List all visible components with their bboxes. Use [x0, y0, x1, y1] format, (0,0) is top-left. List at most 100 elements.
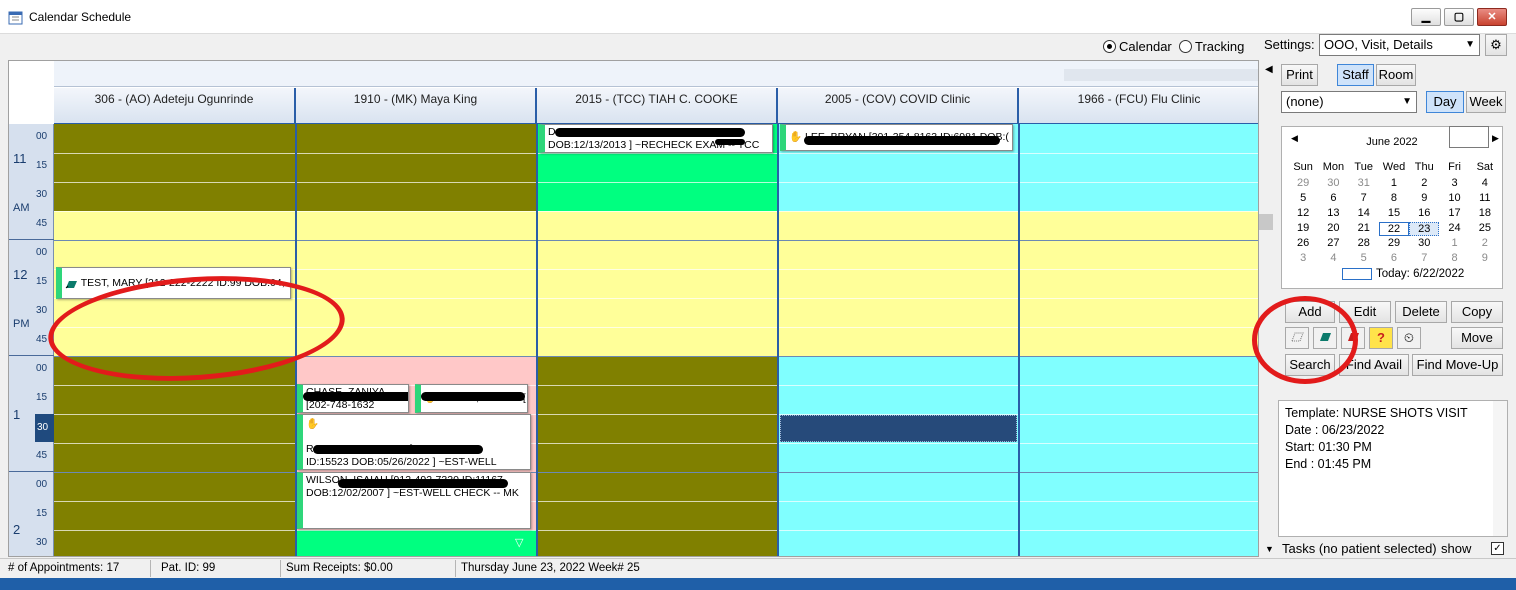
calendar-day-selected[interactable]: 23 — [1409, 222, 1440, 236]
filter-dropdown[interactable]: (none) ▼ — [1281, 91, 1417, 113]
calendar-day[interactable]: 25 — [1470, 222, 1500, 236]
appointment-covid[interactable]: ✋ LEE, BRYAN [301-354-8163 ID:6981 DOB:( — [780, 124, 1013, 151]
calendar-day[interactable]: 5 — [1288, 192, 1318, 204]
today-label[interactable]: Today: 6/22/2022 — [1376, 268, 1464, 280]
calendar-day[interactable]: 3 — [1439, 177, 1469, 189]
calendar-day[interactable]: 26 — [1288, 237, 1318, 249]
calendar-day[interactable]: 7 — [1349, 192, 1379, 204]
help-button[interactable]: ? — [1369, 327, 1393, 349]
appointment-tcc-recheck[interactable]: D ID:9184 DOB:12/13/2013 ] ~RECHECK EXAM… — [539, 124, 773, 153]
calendar-day[interactable]: 29 — [1288, 177, 1318, 189]
calendar-day[interactable]: 6 — [1318, 192, 1348, 204]
collapse-arrow-icon[interactable]: ◀ — [1265, 64, 1273, 75]
slot-block-available[interactable] — [1019, 211, 1258, 356]
calendar-day[interactable]: 27 — [1318, 237, 1348, 249]
appointment-chase-zakari[interactable]: ✋ CHASE, ZAKARI [ — [415, 384, 528, 413]
column-header-ao[interactable]: 306 - (AO) Adeteju Ogunrinde — [54, 88, 296, 124]
splitter-handle[interactable] — [1259, 214, 1273, 230]
expand-arrow-icon[interactable]: ▼ — [1265, 544, 1274, 554]
selected-slot[interactable] — [780, 415, 1017, 442]
calendar-day[interactable]: 18 — [1470, 207, 1500, 219]
slot-block-unavailable[interactable] — [54, 356, 296, 556]
calendar-day[interactable]: 15 — [1379, 207, 1409, 219]
copy-button[interactable]: Copy — [1451, 301, 1503, 323]
appointment-rodriguez[interactable]: ✋ RODRIGUEZ, XAIRE [301-357-1180 ID:1552… — [297, 414, 531, 470]
delete-button[interactable]: Delete — [1395, 301, 1447, 323]
calendar-day[interactable]: 12 — [1288, 207, 1318, 219]
column-header-tcc[interactable]: 2015 - (TCC) TIAH C. COOKE — [537, 88, 778, 124]
calendar-day[interactable]: 30 — [1318, 177, 1348, 189]
settings-gear-button[interactable]: ⚙ — [1485, 34, 1507, 56]
calendar-day[interactable]: 28 — [1349, 237, 1379, 249]
arrived-flag-button[interactable] — [1313, 327, 1337, 349]
find-avail-button[interactable]: Find Avail — [1339, 354, 1409, 376]
appointment-type-button[interactable] — [1285, 327, 1309, 349]
calendar-day[interactable]: 2 — [1470, 237, 1500, 249]
calendar-day-today[interactable]: 22 — [1378, 222, 1410, 236]
staff-button[interactable]: Staff — [1337, 64, 1374, 86]
day-button[interactable]: Day — [1426, 91, 1464, 113]
slot-block-clinic[interactable] — [778, 356, 1019, 556]
search-button[interactable]: Search — [1285, 354, 1335, 376]
column-header-fcu[interactable]: 1966 - (FCU) Flu Clinic — [1019, 88, 1258, 124]
slot-block-clinic[interactable] — [1019, 356, 1258, 556]
calendar-day[interactable]: 2 — [1409, 177, 1439, 189]
calendar-day[interactable]: 24 — [1439, 222, 1469, 236]
calendar-day[interactable]: 9 — [1470, 252, 1500, 264]
time-slot-grid[interactable]: TEST, MARY [212-222-2222 ID:99 DOB:04, D… — [44, 124, 1258, 556]
calendar-day[interactable]: 10 — [1439, 192, 1469, 204]
tracking-radio[interactable]: Tracking — [1179, 39, 1244, 54]
slot-block-clinic[interactable] — [1019, 124, 1258, 211]
calendar-day[interactable]: 8 — [1439, 252, 1469, 264]
calendar-day[interactable]: 14 — [1349, 207, 1379, 219]
calendar-day[interactable]: 7 — [1409, 252, 1439, 264]
calendar-day[interactable]: 20 — [1318, 222, 1348, 236]
slot-block-available[interactable] — [537, 211, 778, 356]
slot-block-unavailable[interactable] — [296, 124, 537, 211]
year-spinner[interactable] — [1449, 126, 1489, 148]
appointment-chase-zaniya[interactable]: CHASE, ZANIYA [202-748-1632 — [297, 384, 409, 413]
calendar-day[interactable]: 29 — [1379, 237, 1409, 249]
appointment-test-mary[interactable]: TEST, MARY [212-222-2222 ID:99 DOB:04, — [56, 267, 291, 299]
close-button[interactable]: ✕ — [1477, 8, 1507, 26]
slot-block-available[interactable] — [296, 211, 537, 356]
chevron-down-icon[interactable]: ▽ — [515, 536, 523, 549]
calendar-day[interactable]: 4 — [1470, 177, 1500, 189]
clipboard-button[interactable]: ⏲ — [1397, 327, 1421, 349]
settings-dropdown[interactable]: OOO, Visit, Details ▼ — [1319, 34, 1480, 56]
calendar-day[interactable]: 19 — [1288, 222, 1318, 236]
calendar-day[interactable]: 11 — [1470, 192, 1500, 204]
calendar-day[interactable]: 8 — [1379, 192, 1409, 204]
calendar-day[interactable]: 1 — [1379, 177, 1409, 189]
edit-button[interactable]: Edit — [1339, 301, 1391, 323]
print-button[interactable]: Print — [1281, 64, 1318, 86]
info-scrollbar[interactable] — [1493, 401, 1507, 536]
calendar-day[interactable]: 3 — [1288, 252, 1318, 264]
calendar-day[interactable]: 13 — [1318, 207, 1348, 219]
calendar-day[interactable]: 5 — [1349, 252, 1379, 264]
calendar-day[interactable]: 1 — [1439, 237, 1469, 249]
minimize-button[interactable]: ▁ — [1411, 8, 1441, 26]
slot-block-available[interactable] — [778, 211, 1019, 356]
show-checkbox[interactable]: ✓ — [1491, 542, 1504, 555]
find-move-up-button[interactable]: Find Move-Up — [1412, 354, 1503, 376]
week-button[interactable]: Week — [1466, 91, 1506, 113]
next-month-icon[interactable]: ▶ — [1492, 133, 1499, 144]
calendar-day[interactable]: 21 — [1349, 222, 1379, 236]
slot-block-unavailable[interactable] — [537, 356, 778, 556]
calendar-day[interactable]: 4 — [1318, 252, 1348, 264]
calendar-radio[interactable]: Calendar — [1103, 39, 1172, 54]
schedule-horizontal-scrollbar[interactable] — [54, 61, 1258, 87]
move-button[interactable]: Move — [1451, 327, 1503, 349]
calendar-day[interactable]: 17 — [1439, 207, 1469, 219]
status-flag-button[interactable] — [1341, 327, 1365, 349]
calendar-day[interactable]: 30 — [1409, 237, 1439, 249]
mini-calendar[interactable]: ◀ June 2022 ▶ Sun Mon Tue Wed Thu Fri Sa… — [1281, 126, 1503, 289]
slot-block-open[interactable] — [296, 530, 537, 556]
scrollbar-thumb[interactable] — [1064, 69, 1258, 81]
add-button[interactable]: Add — [1285, 301, 1335, 323]
calendar-day[interactable]: 9 — [1409, 192, 1439, 204]
room-button[interactable]: Room — [1376, 64, 1416, 86]
column-header-mk[interactable]: 1910 - (MK) Maya King — [296, 88, 537, 124]
maximize-button[interactable]: ▢ — [1444, 8, 1474, 26]
